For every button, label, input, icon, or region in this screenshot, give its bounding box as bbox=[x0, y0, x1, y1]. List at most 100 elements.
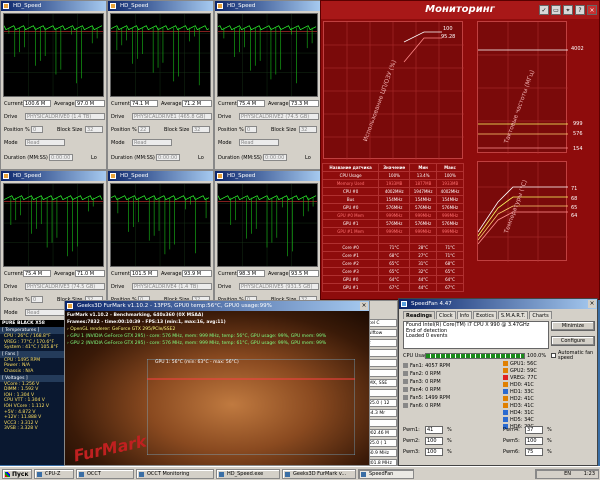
position-input[interactable]: 0 bbox=[31, 296, 43, 303]
tab-smart[interactable]: S.M.A.R.T. bbox=[497, 311, 529, 319]
tab-info[interactable]: Info bbox=[456, 311, 473, 319]
tab-clock[interactable]: Clock bbox=[436, 311, 456, 319]
duration-input[interactable]: 0:00:00 bbox=[49, 154, 73, 161]
temp-reading: VREG: 77C bbox=[503, 375, 537, 381]
table-cell: 1933MB bbox=[378, 179, 411, 188]
block-size-input[interactable]: 32 bbox=[192, 126, 210, 133]
close-icon[interactable]: × bbox=[360, 302, 368, 310]
duration-input[interactable]: 0:00:00 bbox=[156, 154, 180, 161]
furmark-line5: › GPU 2 (NVIDIA GeForce GTX 295) - core:… bbox=[67, 341, 327, 346]
table-cell: 4002MHz bbox=[436, 187, 464, 196]
furmark-title: Geeks3D FurMark v1.10.2 - 13FPS, GPU0 te… bbox=[77, 303, 272, 309]
table-cell: 65°C bbox=[436, 267, 464, 276]
table-row: GPU #0 Mem 999MHz 999MHz 999MHz bbox=[321, 211, 464, 220]
temp-value: VREG: 77C bbox=[510, 375, 538, 381]
mode-select[interactable]: Read bbox=[25, 139, 65, 146]
hd-speed-titlebar[interactable]: HD_Speed bbox=[1, 171, 106, 181]
duration-input[interactable]: 0:00:00 bbox=[263, 154, 287, 161]
auto-fan-checkbox[interactable] bbox=[551, 353, 556, 358]
drive-select[interactable]: PHYSICALDRIVE1 (465.8 GB) bbox=[132, 113, 212, 120]
fan-value: Fan4: 0 RPM bbox=[410, 387, 441, 393]
window-icon[interactable]: ▭ bbox=[551, 5, 561, 15]
drive-label: Drive bbox=[4, 284, 18, 290]
drive-select[interactable]: PHYSICALDRIVE2 (74.5 GB) bbox=[239, 113, 319, 120]
pwm-input[interactable]: 100 bbox=[425, 448, 443, 456]
taskbar-item[interactable]: OCCT Monitoring bbox=[136, 469, 214, 479]
table-cell: 999MHz bbox=[378, 211, 411, 220]
taskbar-item[interactable]: HD_Speed.exe bbox=[216, 469, 280, 479]
fan-reading: Fan2: 0 RPM bbox=[403, 371, 441, 377]
table-cell: 999MHz bbox=[378, 227, 411, 236]
taskbar-item[interactable]: SpeedFan bbox=[358, 469, 414, 479]
drive-select[interactable]: PHYSICALDRIVE3 (74.5 GB) bbox=[25, 283, 105, 290]
hd-speed-window: HD_Speed Current 75.4 M Average 73.3 M Drive P… bbox=[214, 0, 321, 170]
clock: 1:23 bbox=[583, 471, 595, 477]
flame-icon bbox=[503, 417, 508, 422]
configure-button[interactable]: Configure bbox=[551, 336, 595, 346]
temp-value: HD3: 41C bbox=[510, 403, 534, 409]
taskbar-item[interactable]: OCCT bbox=[76, 469, 134, 479]
mode-select[interactable]: Read bbox=[239, 139, 279, 146]
block-size-input[interactable]: 32 bbox=[299, 126, 317, 133]
start-button[interactable]: Пуск bbox=[2, 469, 32, 479]
speedfan-titlebar[interactable]: SpeedFan 4.47 × bbox=[399, 299, 597, 309]
table-row bbox=[321, 235, 464, 244]
minimize-button[interactable]: Minimize bbox=[551, 321, 595, 331]
mode-select[interactable]: Read bbox=[132, 139, 172, 146]
pwm-input[interactable]: 41 bbox=[425, 426, 443, 434]
position-input[interactable]: 0 bbox=[245, 126, 257, 133]
target-icon[interactable]: ⌖ bbox=[563, 5, 573, 15]
temp-value: HD4: 31C bbox=[510, 410, 534, 416]
pwm-input[interactable]: 100 bbox=[525, 437, 543, 445]
hd-speed-titlebar[interactable]: HD_Speed bbox=[1, 1, 106, 11]
close-icon[interactable]: × bbox=[587, 5, 597, 15]
position-label: Position % bbox=[4, 127, 30, 133]
temp-scale-4: 64 bbox=[571, 213, 578, 219]
hd-speed-icon bbox=[3, 173, 9, 179]
furmark-titlebar[interactable]: Geeks3D FurMark v1.10.2 - 13FPS, GPU0 te… bbox=[65, 301, 369, 311]
freq-panel: Тактовые частоты (МГц) bbox=[477, 21, 568, 154]
drive-label: Drive bbox=[218, 114, 232, 120]
furmark-logo: FurMark bbox=[71, 431, 149, 466]
average-label: Average bbox=[268, 101, 289, 107]
mode-select[interactable]: Read bbox=[25, 309, 65, 316]
drive-select[interactable]: PHYSICALDRIVE5 (931.5 GB) bbox=[239, 283, 319, 290]
taskbar-item[interactable]: Geeks3D FurMark v... bbox=[282, 469, 356, 479]
tab-readings[interactable]: Readings bbox=[403, 311, 436, 319]
flame-icon bbox=[503, 375, 508, 380]
hd-speed-titlebar[interactable]: HD_Speed bbox=[215, 1, 320, 11]
mode-label: Mode bbox=[4, 310, 18, 316]
hd-speed-title: HD_Speed bbox=[120, 3, 149, 9]
fan-value: Fan5: 1499 RPM bbox=[410, 395, 451, 401]
position-input[interactable]: 22 bbox=[138, 126, 150, 133]
speed-graph bbox=[3, 13, 104, 97]
current-label: Current bbox=[218, 271, 237, 277]
pwm-input[interactable]: 37 bbox=[525, 426, 543, 434]
table-row: CPU Usage 100% 13.4% 100% bbox=[321, 171, 464, 180]
table-row: Core #2 65°C 31°C 68°C bbox=[321, 259, 464, 268]
average-label: Average bbox=[54, 271, 75, 277]
hd-speed-titlebar[interactable]: HD_Speed bbox=[108, 171, 213, 181]
check-icon[interactable]: ✓ bbox=[539, 5, 549, 15]
pwm-input[interactable]: 75 bbox=[525, 448, 543, 456]
drive-select[interactable]: PHYSICALDRIVE0 (1.4 TB) bbox=[25, 113, 105, 120]
temp-reading: GPU2: 59C bbox=[503, 368, 537, 374]
table-cell: 28°C bbox=[409, 243, 438, 252]
help-icon[interactable]: ? bbox=[575, 5, 585, 15]
position-input[interactable]: 0 bbox=[31, 126, 43, 133]
pwm-input[interactable]: 100 bbox=[425, 437, 443, 445]
tab-charts[interactable]: Charts bbox=[529, 311, 552, 319]
tab-exotics[interactable]: Exotics bbox=[473, 311, 497, 319]
hd-speed-titlebar[interactable]: HD_Speed bbox=[215, 171, 320, 181]
language-indicator[interactable]: EN bbox=[564, 471, 571, 477]
table-cell: 44°C bbox=[409, 275, 438, 284]
table-cell: Core #3 bbox=[321, 267, 380, 276]
speedfan-log: Found Intel(R) Core(TM) i7 CPU X 990 @ 3… bbox=[403, 321, 549, 349]
block-size-input[interactable]: 32 bbox=[85, 126, 103, 133]
furmark-icon bbox=[67, 303, 73, 309]
hd-speed-titlebar[interactable]: HD_Speed bbox=[108, 1, 213, 11]
table-header: Название датчика bbox=[321, 163, 380, 172]
close-icon[interactable]: × bbox=[588, 300, 596, 308]
drive-select[interactable]: PHYSICALDRIVE4 (1.4 TB) bbox=[132, 283, 212, 290]
taskbar-item[interactable]: CPU-Z bbox=[34, 469, 74, 479]
